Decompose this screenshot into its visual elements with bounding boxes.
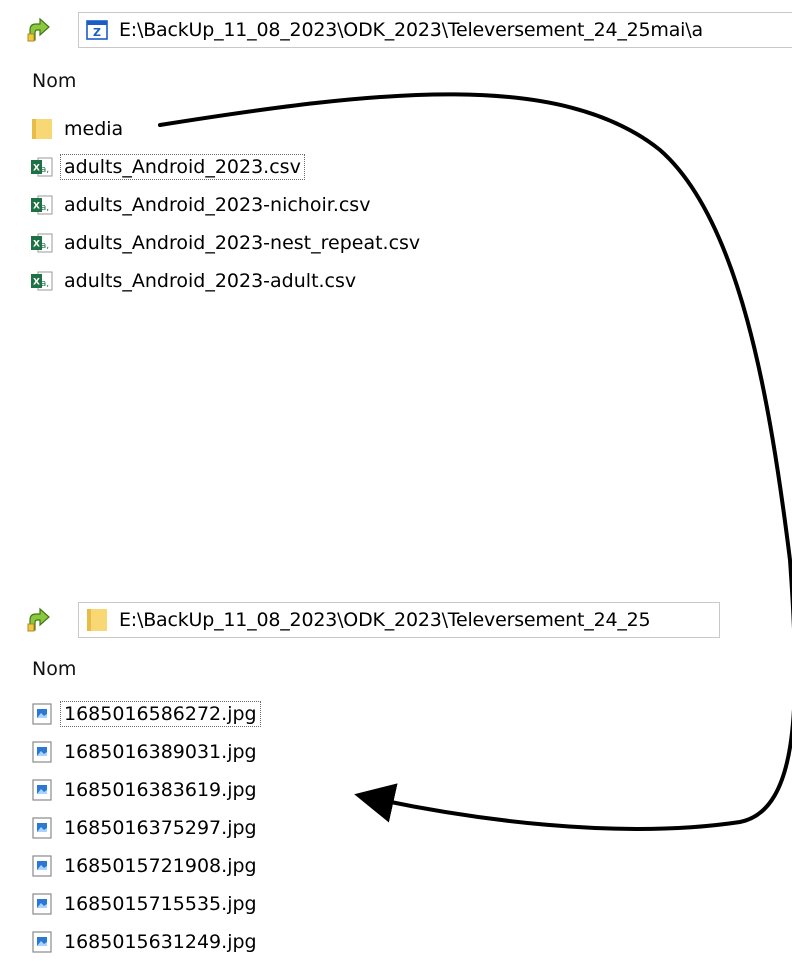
zip-archive-icon: Z — [86, 20, 108, 40]
image-file-icon — [32, 931, 52, 953]
list-item-csv[interactable]: a, X adults_Android_2023-nichoir.csv — [30, 186, 424, 224]
folder-icon — [87, 609, 107, 631]
list-item-jpg[interactable]: 1685016375297.jpg — [30, 809, 261, 847]
file-name: adults_Android_2023-nest_repeat.csv — [64, 232, 421, 254]
svg-text:a,: a, — [41, 241, 49, 251]
excel-csv-icon: a, X — [31, 233, 53, 253]
image-file-icon — [32, 855, 52, 877]
list-item-jpg[interactable]: 1685016586272.jpg — [30, 695, 261, 733]
image-file-icon — [32, 893, 52, 915]
top-file-pane: Z E:\BackUp_11_08_2023\ODK_2023\Televers… — [0, 0, 792, 300]
image-file-icon — [32, 779, 52, 801]
file-name: 1685015631249.jpg — [64, 931, 257, 953]
up-folder-icon[interactable] — [24, 604, 54, 634]
bottom-address-row: E:\BackUp_11_08_2023\ODK_2023\Televersem… — [0, 590, 792, 638]
image-file-icon — [32, 741, 52, 763]
address-path: E:\BackUp_11_08_2023\ODK_2023\Televersem… — [119, 19, 703, 41]
svg-text:X: X — [33, 278, 40, 288]
svg-text:a,: a, — [41, 203, 49, 213]
svg-text:Z: Z — [93, 26, 101, 39]
svg-text:a,: a, — [41, 165, 49, 175]
svg-text:X: X — [33, 164, 40, 174]
file-name: 1685016389031.jpg — [64, 741, 257, 763]
list-item-csv[interactable]: a, X adults_Android_2023-adult.csv — [30, 262, 424, 300]
list-item-media-folder[interactable]: media — [30, 110, 424, 148]
top-address-row: Z E:\BackUp_11_08_2023\ODK_2023\Televers… — [0, 0, 792, 48]
list-item-csv[interactable]: a, X adults_Android_2023.csv — [30, 148, 424, 186]
svg-text:X: X — [33, 202, 40, 212]
file-name: adults_Android_2023.csv — [60, 154, 305, 180]
image-file-icon — [32, 817, 52, 839]
list-item-jpg[interactable]: 1685016383619.jpg — [30, 771, 261, 809]
column-header-name[interactable]: Nom — [32, 658, 76, 680]
file-name: adults_Android_2023-nichoir.csv — [64, 194, 371, 216]
file-name: 1685016383619.jpg — [64, 779, 257, 801]
file-name: 1685016586272.jpg — [60, 701, 261, 727]
excel-csv-icon: a, X — [31, 195, 53, 215]
bottom-file-pane: E:\BackUp_11_08_2023\ODK_2023\Televersem… — [0, 590, 792, 960]
folder-icon — [32, 119, 52, 139]
list-item-jpg[interactable]: 1685016389031.jpg — [30, 733, 261, 771]
file-name: adults_Android_2023-adult.csv — [64, 270, 357, 292]
list-item-jpg[interactable]: 1685015721908.jpg — [30, 847, 261, 885]
list-item-jpg[interactable]: 1685015715535.jpg — [30, 885, 261, 923]
file-name: media — [64, 118, 124, 140]
bottom-file-list: 1685016586272.jpg 1685016389031.jpg 1685… — [30, 695, 261, 961]
excel-csv-icon: a, X — [31, 157, 53, 177]
top-file-list: media a, X adults_Android_2023.csv a, X … — [30, 110, 424, 300]
address-bar[interactable]: E:\BackUp_11_08_2023\ODK_2023\Televersem… — [78, 602, 720, 638]
list-item-csv[interactable]: a, X adults_Android_2023-nest_repeat.csv — [30, 224, 424, 262]
list-item-jpg[interactable]: 1685015631249.jpg — [30, 923, 261, 961]
file-name: 1685015721908.jpg — [64, 855, 257, 877]
image-file-icon — [32, 703, 52, 725]
svg-text:a,: a, — [41, 279, 49, 289]
address-bar[interactable]: Z E:\BackUp_11_08_2023\ODK_2023\Televers… — [78, 12, 792, 48]
file-name: 1685016375297.jpg — [64, 817, 257, 839]
up-folder-icon[interactable] — [24, 14, 54, 44]
address-path: E:\BackUp_11_08_2023\ODK_2023\Televersem… — [119, 609, 651, 631]
file-name: 1685015715535.jpg — [64, 893, 257, 915]
excel-csv-icon: a, X — [31, 271, 53, 291]
svg-text:X: X — [33, 240, 40, 250]
column-header-name[interactable]: Nom — [32, 70, 76, 92]
